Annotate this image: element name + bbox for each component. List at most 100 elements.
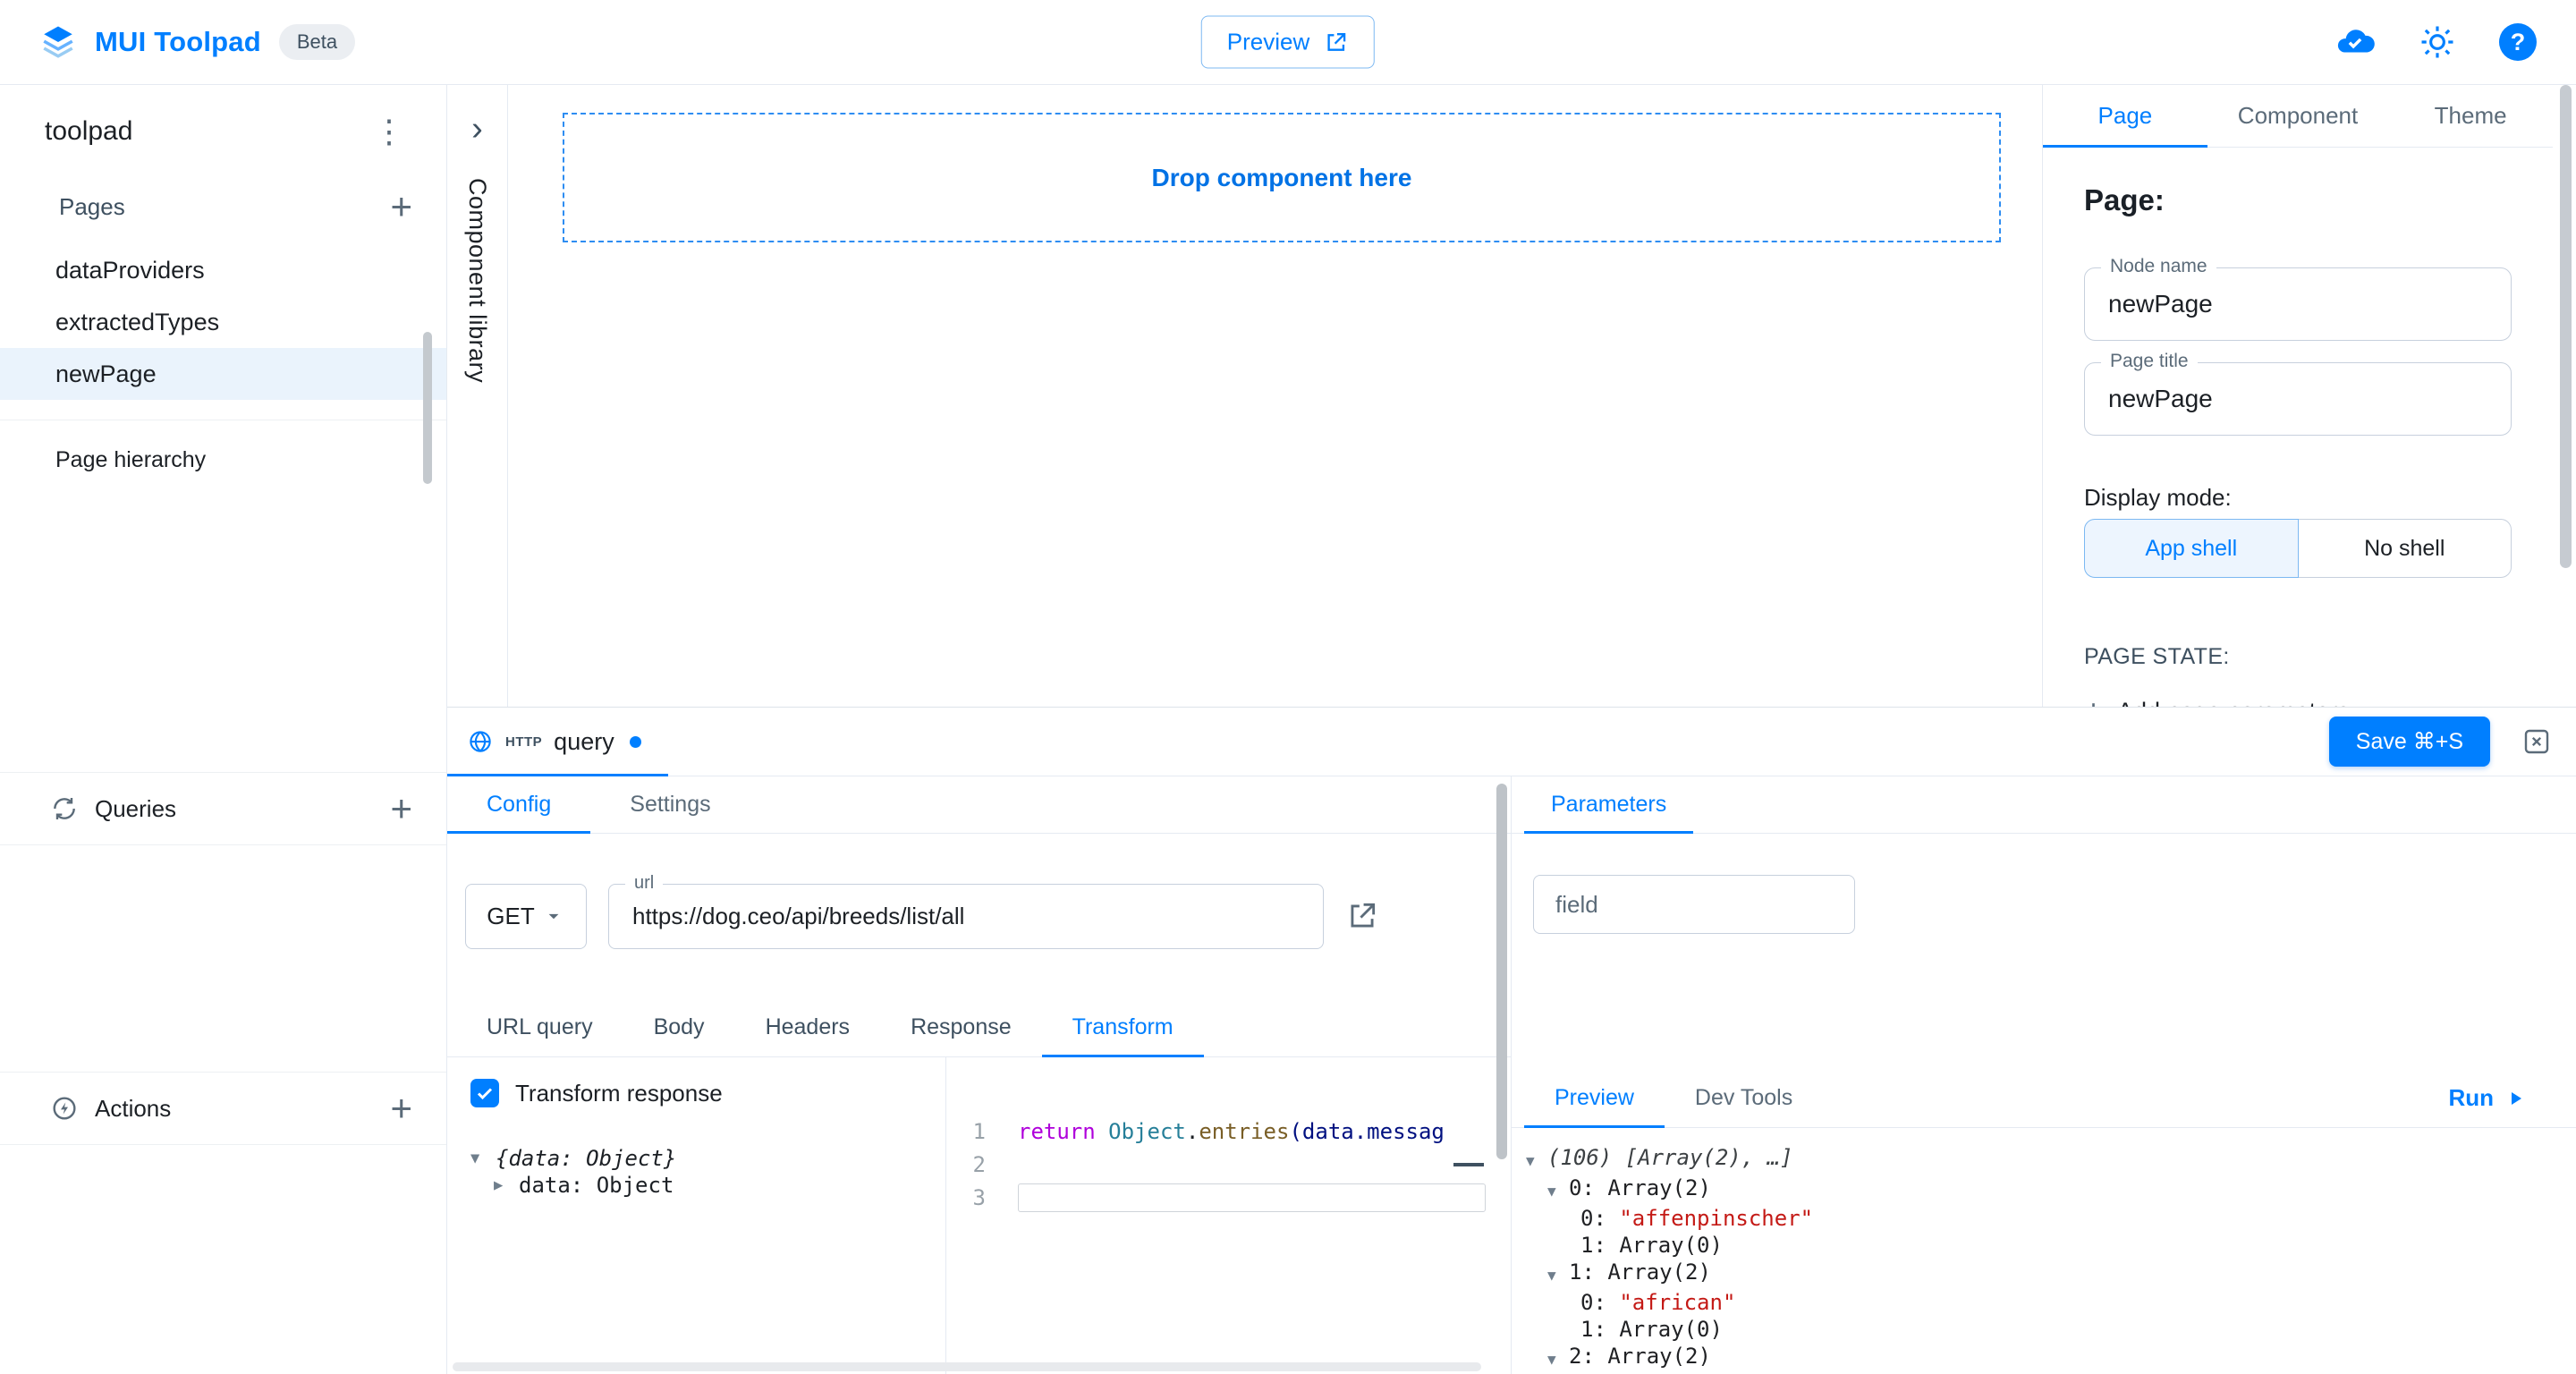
tab-page[interactable]: Page: [2043, 85, 2207, 147]
check-icon: [474, 1082, 496, 1104]
json-expander-icon[interactable]: ▼: [1526, 1144, 1547, 1175]
node-name-input[interactable]: [2085, 268, 2511, 340]
tab-devtools[interactable]: Dev Tools: [1665, 1069, 1823, 1127]
tab-url-query[interactable]: URL query: [456, 998, 623, 1056]
external-link-icon: [1324, 30, 1349, 55]
cloud-sync-icon[interactable]: [2334, 21, 2376, 63]
project-name: toolpad: [45, 116, 132, 147]
pages-scrollbar[interactable]: [423, 332, 432, 484]
inspector-panel: Page Component Theme Page: Node name Pag…: [2042, 85, 2576, 707]
add-page-parameters-label: Add page parameters: [2117, 698, 2350, 708]
page-hierarchy-section: Page hierarchy: [0, 420, 446, 473]
method-value: GET: [487, 903, 534, 930]
query-editor-hscrollbar[interactable]: [453, 1362, 1481, 1371]
sidebar-item-dataproviders[interactable]: dataProviders: [0, 244, 446, 296]
tab-preview[interactable]: Preview: [1524, 1069, 1665, 1127]
help-icon[interactable]: ?: [2499, 23, 2537, 61]
tab-response[interactable]: Response: [880, 998, 1042, 1056]
option-app-shell[interactable]: App shell: [2084, 519, 2299, 578]
canvas: Drop component here: [508, 85, 2042, 707]
json-row[interactable]: ▼0: Array(2): [1526, 1175, 2576, 1205]
tab-component[interactable]: Component: [2207, 85, 2388, 147]
save-button[interactable]: Save ⌘+S: [2329, 717, 2490, 767]
query-tab-label: query: [554, 728, 614, 756]
tree-node-data[interactable]: ▶ data: Object: [470, 1172, 945, 1199]
add-page-button[interactable]: +: [390, 188, 412, 225]
beta-badge: Beta: [279, 24, 355, 60]
add-action-button[interactable]: +: [390, 1090, 412, 1127]
code-editor[interactable]: 1 return Object.entries(data.messag 2 3: [946, 1057, 1511, 1374]
page-title-input[interactable]: [2085, 363, 2511, 435]
query-editor: Config Settings GET url: [447, 776, 1512, 1374]
method-select[interactable]: GET: [465, 884, 587, 949]
expander-right-icon: ▶: [494, 1172, 513, 1199]
preview-button[interactable]: Preview: [1201, 16, 1375, 69]
code-line-3: 3: [946, 1181, 1511, 1214]
drop-zone[interactable]: Drop component here: [563, 113, 2001, 242]
node-name-field: Node name: [2084, 267, 2512, 341]
plus-icon: +: [2084, 695, 2103, 707]
json-expander-icon[interactable]: ▼: [1547, 1343, 1569, 1373]
transform-checkbox-row[interactable]: Transform response: [470, 1079, 945, 1107]
result-tabs: Preview Dev Tools Run: [1512, 1069, 2576, 1128]
data-tree: ▼ {data: Object} ▶ data: Object: [470, 1145, 945, 1199]
transform-area: Transform response ▼ {data: Object} ▶: [447, 1057, 1511, 1374]
tree-node-root[interactable]: ▼ {data: Object}: [470, 1145, 945, 1172]
component-library-strip[interactable]: › Component library: [447, 85, 508, 707]
add-query-button[interactable]: +: [390, 790, 412, 827]
brand: MUI Toolpad Beta: [39, 23, 355, 61]
inspector-scrollbar[interactable]: [2560, 85, 2572, 568]
url-input[interactable]: [609, 885, 1323, 948]
tab-transform[interactable]: Transform: [1042, 998, 1204, 1056]
params-tabs: Parameters: [1512, 776, 2576, 834]
json-row[interactable]: ▼1: Array(2): [1526, 1259, 2576, 1289]
params-panel: Parameters Preview Dev Tools Run: [1512, 776, 2576, 1374]
project-menu-icon[interactable]: ⋮: [364, 112, 414, 151]
query-panel: HTTP query Save ⌘+S Co: [447, 707, 2576, 1374]
url-open-button[interactable]: [1345, 899, 1379, 933]
param-field-input[interactable]: [1534, 876, 1854, 933]
editor-top-row: › Component library Drop component here …: [447, 85, 2576, 707]
request-tabs: URL query Body Headers Response Transfor…: [447, 998, 1511, 1057]
transform-checkbox[interactable]: [470, 1079, 499, 1107]
query-tab[interactable]: HTTP query: [447, 708, 668, 776]
tab-settings[interactable]: Settings: [590, 776, 750, 833]
json-row[interactable]: ▼2: Array(2): [1526, 1343, 2576, 1373]
url-label: url: [625, 873, 663, 894]
tab-parameters[interactable]: Parameters: [1524, 776, 1693, 833]
option-no-shell[interactable]: No shell: [2299, 519, 2512, 578]
tab-theme[interactable]: Theme: [2388, 85, 2553, 147]
http-badge: HTTP: [505, 734, 542, 750]
queries-label: Queries: [95, 795, 374, 823]
appbar-actions: ?: [2334, 21, 2537, 63]
caret-down-icon: [542, 904, 565, 928]
project-row: toolpad ⋮: [0, 85, 446, 178]
tree-root-label: {data: Object}: [496, 1145, 676, 1172]
sidebar: toolpad ⋮ Pages + dataProviders extracte…: [0, 85, 447, 1374]
toolpad-app: MUI Toolpad Beta Preview ? toolpad: [0, 0, 2576, 1374]
json-row[interactable]: ▼(106) [Array(2), …]: [1526, 1144, 2576, 1175]
inspector-tabs: Page Component Theme: [2043, 85, 2553, 148]
appbar: MUI Toolpad Beta Preview ?: [0, 0, 2576, 85]
json-expander-icon[interactable]: ▼: [1547, 1259, 1569, 1289]
display-mode-toggle: App shell No shell: [2084, 519, 2512, 578]
tab-config[interactable]: Config: [447, 776, 590, 833]
display-mode-label: Display mode:: [2084, 484, 2512, 512]
run-button[interactable]: Run: [2448, 1069, 2526, 1127]
query-editor-scrollbar[interactable]: [1496, 784, 1507, 1159]
actions-icon: [50, 1094, 79, 1123]
component-library-label: Component library: [463, 178, 491, 383]
tab-body[interactable]: Body: [623, 998, 735, 1056]
code-text: return Object.entries(data.messag: [1018, 1119, 1445, 1144]
json-preview-tree: ▼(106) [Array(2), …] ▼0: Array(2) 0: "af…: [1512, 1128, 2576, 1374]
sidebar-item-newpage[interactable]: newPage: [0, 348, 446, 400]
tab-headers[interactable]: Headers: [735, 998, 881, 1056]
expander-down-icon: ▼: [470, 1145, 490, 1172]
theme-toggle-icon[interactable]: [2419, 23, 2456, 61]
close-panel-button[interactable]: [2521, 725, 2553, 758]
json-expander-icon[interactable]: ▼: [1547, 1175, 1569, 1205]
editor-scroll-handle[interactable]: [1453, 1163, 1484, 1166]
sidebar-item-extractedtypes[interactable]: extractedTypes: [0, 296, 446, 348]
add-page-parameters[interactable]: + Add page parameters: [2084, 695, 2512, 707]
page-hierarchy-label: Page hierarchy: [55, 447, 206, 472]
